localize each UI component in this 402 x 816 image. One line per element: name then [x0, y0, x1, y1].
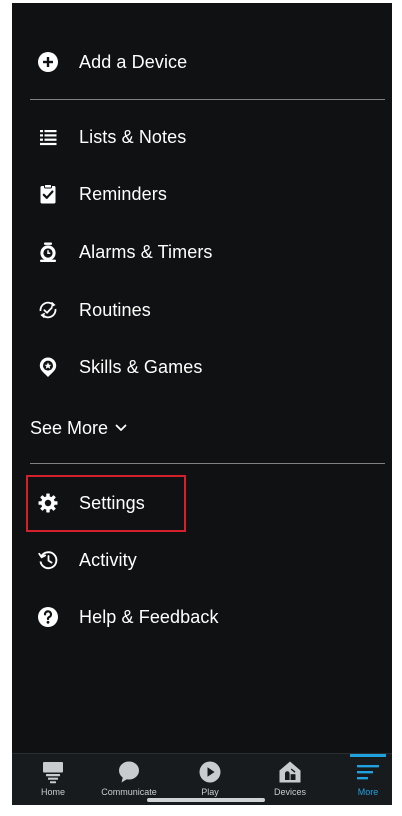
tab-home-label: Home [40, 787, 65, 797]
tab-more-label: More [357, 787, 379, 797]
see-more-label: See More [30, 417, 109, 438]
help-question-icon [37, 606, 59, 628]
alarms-timers-label: Alarms & Timers [79, 241, 213, 262]
skills-badge-icon [37, 356, 59, 378]
chevron-down-icon [115, 424, 127, 431]
list-icon [37, 126, 59, 148]
activity-item[interactable]: Activity [12, 538, 392, 582]
see-more-button[interactable]: See More [30, 408, 128, 448]
reminders-label: Reminders [79, 183, 167, 204]
alarm-clock-icon [37, 241, 59, 263]
tab-devices-label: Devices [273, 787, 306, 797]
tab-more[interactable]: More [348, 754, 388, 805]
devices-house-icon [278, 760, 302, 784]
history-clock-icon [37, 549, 59, 571]
bottom-tab-bar: Home Communicate Play Devices More [12, 753, 392, 805]
tab-play-label: Play [201, 787, 219, 797]
plus-circle-icon [37, 51, 59, 73]
tab-devices[interactable]: Devices [265, 754, 315, 805]
home-indicator [147, 798, 265, 802]
routines-item[interactable]: Routines [12, 288, 392, 332]
divider [30, 99, 385, 100]
divider [30, 463, 385, 464]
settings-label: Settings [79, 492, 145, 513]
more-menu-screen: Add a Device Lists & Notes Reminders Ala… [12, 3, 392, 805]
help-feedback-item[interactable]: Help & Feedback [12, 595, 392, 639]
tab-home[interactable]: Home [28, 754, 78, 805]
active-tab-indicator [350, 754, 386, 757]
home-icon [41, 760, 65, 784]
lists-notes-item[interactable]: Lists & Notes [12, 115, 392, 159]
activity-label: Activity [79, 549, 137, 570]
reminders-item[interactable]: Reminders [12, 172, 392, 216]
lists-notes-label: Lists & Notes [79, 126, 187, 147]
alarms-timers-item[interactable]: Alarms & Timers [12, 230, 392, 274]
settings-item[interactable]: Settings [12, 481, 392, 525]
routines-icon [37, 299, 59, 321]
add-device-label: Add a Device [79, 51, 188, 72]
chat-bubble-icon [117, 760, 141, 784]
tab-communicate-label: Communicate [101, 787, 157, 797]
help-feedback-label: Help & Feedback [79, 606, 219, 627]
clipboard-check-icon [37, 183, 59, 205]
add-device-item[interactable]: Add a Device [12, 40, 392, 84]
skills-games-item[interactable]: Skills & Games [12, 345, 392, 389]
gear-icon [37, 492, 59, 514]
routines-label: Routines [79, 299, 151, 320]
skills-games-label: Skills & Games [79, 356, 203, 377]
play-icon [198, 760, 222, 784]
hamburger-menu-icon [356, 760, 380, 784]
